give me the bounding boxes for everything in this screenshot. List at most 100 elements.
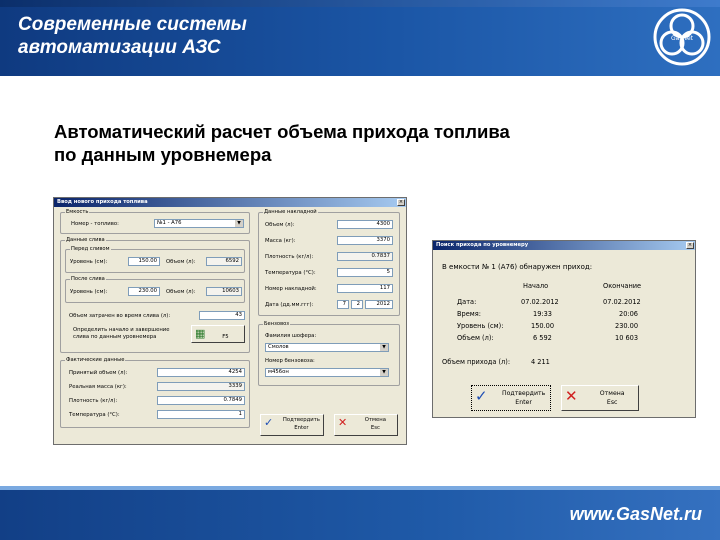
actual-group-label: Фактические данные	[65, 357, 126, 364]
cancel-button[interactable]: ✕ Отмена Esc	[561, 385, 639, 411]
confirm-button[interactable]: ✓ Подтвердить Enter	[471, 385, 551, 411]
header-title: Современные системы автоматизации АЗС	[18, 14, 247, 58]
after-group: После слива Уровень (см): 230.00 Объем (…	[65, 276, 245, 303]
start-time-value: 19:33	[533, 310, 553, 318]
inv-mass-label: Масса (кг):	[265, 238, 296, 244]
truck-group: Бензовоз Фамилия шофера: Смолов ▼ Номер …	[258, 321, 400, 386]
before-group: Перед сливом Уровень (см): 150.00 Объем …	[65, 246, 245, 273]
check-icon: ✓	[264, 416, 274, 429]
cancel-button[interactable]: ✕ Отмена Esc	[334, 414, 398, 436]
chevron-down-icon: ▼	[380, 369, 388, 376]
inv-mass-field[interactable]: 3370	[337, 236, 393, 245]
driver-label: Фамилия шофера:	[265, 333, 317, 339]
row-date-label: Дата:	[457, 298, 477, 306]
row-time-label: Время:	[457, 310, 481, 318]
chevron-down-icon: ▼	[235, 220, 243, 227]
driver-select-value: Смолов	[268, 344, 289, 350]
tank-select-value: №1 - А76	[157, 220, 182, 226]
invoice-group: Данные накладной Объем (л): 4300 Масса (…	[258, 209, 400, 316]
confirm-button-key: Enter	[515, 399, 532, 406]
income-volume-label: Объем прихода (л):	[442, 358, 511, 366]
inv-number-label: Номер накладной:	[265, 286, 317, 292]
income-found-message: В емкости № 1 (А76) обнаружен приход:	[442, 263, 593, 271]
density-label: Плотность (кг/л):	[69, 398, 118, 404]
row-level-label: Уровень (см):	[457, 322, 504, 330]
column-end-header: Окончание	[603, 282, 642, 290]
after-group-label: После слива	[70, 276, 106, 283]
slide-heading: Автоматический расчет объема прихода топ…	[54, 121, 510, 165]
check-icon: ✓	[475, 387, 488, 405]
inv-number-field[interactable]: 117	[337, 284, 393, 293]
detect-label: Определить начало и завершение слива по …	[73, 327, 170, 340]
truck-select[interactable]: м456он ▼	[265, 368, 389, 377]
end-level-value: 230.00	[615, 322, 639, 330]
close-icon: ✕	[565, 387, 578, 405]
before-group-label: Перед сливом	[70, 246, 111, 253]
drain-duration-label: Объем затрачен во время слива (л):	[69, 313, 171, 319]
accepted-volume-field[interactable]: 4254	[157, 368, 245, 377]
confirm-button-label: Подтвердить	[501, 390, 546, 397]
footer-site-link[interactable]: www.GasNet.ru	[570, 504, 702, 525]
end-volume-value: 10 603	[615, 334, 639, 342]
capacity-group: Емкость Номер - топливо: №1 - А76 ▼	[60, 209, 250, 234]
real-mass-field: 3339	[157, 382, 245, 391]
confirm-button-label: Подтвердить	[282, 417, 320, 423]
new-income-window-title: Ввод нового прихода топлива	[54, 198, 406, 207]
drain-duration-field[interactable]: 43	[199, 311, 245, 320]
after-level-field[interactable]: 230.00	[128, 287, 160, 296]
cancel-button-key: Esc	[370, 425, 380, 431]
inv-density-label: Плотность (кг/л):	[265, 254, 314, 260]
inv-temp-label: Температура (°С):	[265, 270, 316, 276]
inv-density-field: 0.7837	[337, 252, 393, 261]
close-button[interactable]: ×	[686, 242, 694, 249]
actual-group: Фактические данные Принятый объем (л): 4…	[60, 357, 250, 428]
drain-group-label: Данные слива	[65, 237, 106, 244]
start-level-value: 150.00	[531, 322, 555, 330]
new-income-window: Ввод нового прихода топлива × Емкость Но…	[53, 197, 407, 445]
cancel-button-label: Отмена	[364, 417, 387, 423]
inv-volume-label: Объем (л):	[265, 222, 295, 228]
after-level-label: Уровень (см):	[70, 289, 108, 295]
inv-volume-field[interactable]: 4300	[337, 220, 393, 229]
real-mass-label: Реальная масса (кг):	[69, 384, 127, 390]
gasnet-logo-icon: GasNet	[653, 8, 711, 66]
detect-button[interactable]: ▦ F5	[191, 325, 245, 343]
logo-text: GasNet	[671, 35, 694, 42]
cancel-button-key: Esc	[606, 399, 618, 406]
truck-group-label: Бензовоз	[263, 321, 291, 328]
header-stripe	[0, 0, 720, 7]
invoice-group-label: Данные накладной	[263, 209, 318, 216]
capacity-group-label: Емкость	[65, 209, 90, 216]
tank-label: Номер - топливо:	[71, 221, 119, 227]
temperature-field[interactable]: 1	[157, 410, 245, 419]
slide-header: Современные системы автоматизации АЗС Ga…	[0, 0, 720, 76]
before-volume-field: 6592	[206, 257, 242, 266]
after-volume-field: 10603	[206, 287, 242, 296]
close-icon: ✕	[338, 416, 348, 429]
row-volume-label: Объем (л):	[457, 334, 494, 342]
search-income-window-title: Поиск прихода по уровнемеру	[433, 241, 695, 250]
temperature-label: Температура (°С):	[69, 412, 120, 418]
inv-date-day-field[interactable]: 7	[337, 300, 349, 309]
truck-label: Номер бензовоза:	[265, 358, 315, 364]
confirm-button[interactable]: ✓ Подтвердить Enter	[260, 414, 324, 436]
drain-group: Данные слива Перед сливом Уровень (см): …	[60, 237, 250, 353]
tank-icon: ▦	[195, 327, 206, 340]
close-button[interactable]: ×	[397, 199, 405, 206]
cancel-button-label: Отмена	[599, 390, 625, 397]
before-volume-label: Объем (л):	[166, 259, 196, 265]
density-field[interactable]: 0.7849	[157, 396, 245, 405]
start-date-value: 07.02.2012	[521, 298, 559, 306]
inv-date-month-field[interactable]: 2	[351, 300, 363, 309]
confirm-button-key: Enter	[294, 425, 309, 431]
inv-date-year-field[interactable]: 2012	[365, 300, 393, 309]
chevron-down-icon: ▼	[380, 344, 388, 351]
after-volume-label: Объем (л):	[166, 289, 196, 295]
end-date-value: 07.02.2012	[603, 298, 641, 306]
inv-date-label: Дата (дд.мм.ггг):	[265, 302, 314, 308]
tank-select[interactable]: №1 - А76 ▼	[154, 219, 244, 228]
inv-temp-field[interactable]: 5	[337, 268, 393, 277]
before-level-field[interactable]: 150.00	[128, 257, 160, 266]
before-level-label: Уровень (см):	[70, 259, 108, 265]
driver-select[interactable]: Смолов ▼	[265, 343, 389, 352]
